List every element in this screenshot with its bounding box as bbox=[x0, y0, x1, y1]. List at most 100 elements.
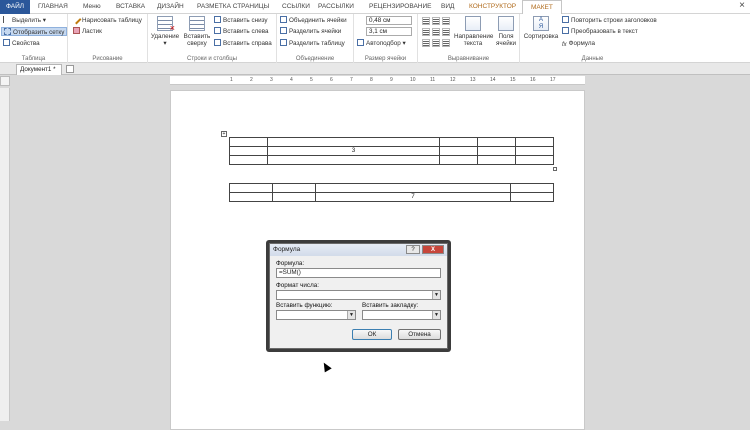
autofit-button[interactable]: Автоподбор ▾ bbox=[357, 39, 406, 48]
draw-table-button[interactable]: Нарисовать таблицу bbox=[71, 14, 142, 25]
repeat-header-icon bbox=[562, 16, 569, 23]
tab-design[interactable]: ДИЗАЙН bbox=[157, 0, 184, 14]
table-row bbox=[228, 155, 555, 165]
formula-label: Формула: bbox=[276, 260, 305, 267]
tab-references[interactable]: ССЫЛКИ bbox=[282, 0, 310, 14]
table-row: 7 bbox=[228, 192, 555, 202]
ruler-number: 8 bbox=[370, 77, 373, 83]
group-label-table: Таблица bbox=[21, 56, 46, 62]
cell-margins-button[interactable]: Поля ячейки bbox=[494, 16, 518, 47]
text-direction-button[interactable]: Направление текста bbox=[454, 16, 493, 47]
align-middle-center-icon[interactable] bbox=[432, 28, 440, 36]
align-bottom-center-icon[interactable] bbox=[432, 39, 440, 47]
insert-left-icon bbox=[214, 27, 221, 34]
chevron-down-icon: ▼ bbox=[347, 311, 355, 319]
show-gridlines-button[interactable]: Отобразить сетку bbox=[1, 27, 68, 36]
tab-page-layout[interactable]: РАЗМЕТКА СТРАНИЦЫ bbox=[197, 0, 269, 14]
convert-text-icon bbox=[562, 27, 569, 34]
insert-below-icon bbox=[214, 16, 221, 23]
split-table-icon bbox=[280, 39, 287, 46]
eraser-icon bbox=[73, 27, 80, 34]
ruler-number: 16 bbox=[530, 77, 536, 83]
ruler-number: 1 bbox=[230, 77, 233, 83]
table-cell-value[interactable]: 7 bbox=[315, 192, 511, 202]
split-table-button[interactable]: Разделить таблицу bbox=[280, 39, 345, 48]
insert-right-button[interactable]: Вставить справа bbox=[214, 39, 272, 48]
tab-table-constructor[interactable]: КОНСТРУКТОР bbox=[469, 0, 516, 14]
align-middle-right-icon[interactable] bbox=[442, 28, 450, 36]
table-2[interactable]: 7 bbox=[228, 183, 555, 202]
formula-input[interactable]: =SUM() bbox=[276, 268, 441, 278]
column-width-input[interactable]: 3,1 см bbox=[366, 27, 412, 36]
merge-cells-icon bbox=[280, 16, 287, 23]
table-1[interactable]: 3 bbox=[228, 137, 555, 165]
ruler-number: 13 bbox=[470, 77, 476, 83]
tab-table-layout[interactable]: МАКЕТ bbox=[522, 0, 562, 15]
insert-above-button[interactable]: Вставить сверху bbox=[182, 16, 212, 47]
align-bottom-left-icon[interactable] bbox=[422, 39, 430, 47]
align-top-right-icon[interactable] bbox=[442, 17, 450, 25]
help-button[interactable]: ? bbox=[406, 245, 420, 254]
group-table: Выделить ▾ Отобразить сетку Свойства Таб… bbox=[0, 14, 68, 63]
table-resize-handle[interactable] bbox=[553, 167, 557, 171]
tab-review[interactable]: РЕЦЕНЗИРОВАНИЕ bbox=[369, 0, 432, 14]
delete-table-icon: × bbox=[157, 16, 175, 33]
table-cell-value[interactable]: 3 bbox=[267, 146, 440, 156]
delete-button[interactable]: × Удаление ▾ bbox=[150, 16, 180, 47]
insert-below-button[interactable]: Вставить снизу bbox=[214, 16, 268, 25]
ruler-number: 6 bbox=[330, 77, 333, 83]
table-move-handle-icon[interactable]: + bbox=[221, 131, 227, 137]
tab-file[interactable]: ФАЙЛ bbox=[0, 0, 30, 14]
select-button[interactable]: Выделить ▾ bbox=[3, 16, 46, 25]
grid-icon bbox=[4, 28, 11, 35]
eraser-button[interactable]: Ластик bbox=[73, 27, 102, 36]
sort-button[interactable]: AЯ Сортировка bbox=[523, 16, 559, 40]
tab-mailings[interactable]: РАССЫЛКИ bbox=[318, 0, 354, 14]
table-row bbox=[228, 183, 555, 193]
chevron-down-icon: ▼ bbox=[432, 291, 440, 299]
vertical-ruler[interactable] bbox=[0, 88, 10, 421]
new-tab-icon[interactable] bbox=[66, 65, 74, 73]
horizontal-ruler[interactable]: 1 2 3 4 5 6 7 8 9 10 11 12 13 14 15 16 17 bbox=[170, 76, 585, 85]
column-width-icon bbox=[357, 28, 364, 35]
split-cells-button[interactable]: Разделить ячейки bbox=[280, 27, 341, 36]
align-bottom-right-icon[interactable] bbox=[442, 39, 450, 47]
ruler-number: 15 bbox=[510, 77, 516, 83]
tab-view[interactable]: ВИД bbox=[441, 0, 454, 14]
tab-home[interactable]: ГЛАВНАЯ bbox=[38, 0, 68, 14]
number-format-select[interactable]: ▼ bbox=[276, 290, 441, 300]
document-tab[interactable]: Документ1 * bbox=[16, 64, 62, 75]
table-row: 3 bbox=[228, 146, 555, 156]
align-top-left-icon[interactable] bbox=[422, 17, 430, 25]
group-label-data: Данные bbox=[581, 56, 604, 62]
dialog-close-button[interactable]: X bbox=[422, 245, 444, 254]
insert-function-select[interactable]: ▼ bbox=[276, 310, 356, 320]
ruler-number: 5 bbox=[310, 77, 313, 83]
fx-icon: fx bbox=[562, 42, 567, 48]
align-middle-left-icon[interactable] bbox=[422, 28, 430, 36]
align-top-center-icon[interactable] bbox=[432, 17, 440, 25]
properties-button[interactable]: Свойства bbox=[3, 39, 40, 48]
ruler-number: 17 bbox=[550, 77, 556, 83]
insert-left-button[interactable]: Вставить слева bbox=[214, 27, 269, 36]
ruler-number: 4 bbox=[290, 77, 293, 83]
tab-menu[interactable]: Меню bbox=[83, 0, 101, 14]
row-height-input[interactable]: 0,48 см bbox=[366, 16, 412, 25]
cancel-button[interactable]: Отмена bbox=[398, 329, 441, 340]
merge-cells-button[interactable]: Объединить ячейки bbox=[280, 16, 347, 25]
pencil-icon bbox=[71, 14, 82, 25]
close-icon[interactable]: × bbox=[736, 0, 748, 12]
group-label-rows-columns: Строки и столбцы bbox=[187, 56, 237, 62]
group-label-merge: Объединение bbox=[295, 56, 335, 62]
formula-button[interactable]: fx Формула bbox=[562, 39, 595, 48]
table-row bbox=[228, 137, 555, 147]
tab-insert[interactable]: ВСТАВКА bbox=[116, 0, 145, 14]
convert-to-text-button[interactable]: Преобразовать в текст bbox=[562, 27, 638, 36]
tab-selector-icon[interactable] bbox=[0, 76, 10, 86]
ok-button[interactable]: ОК bbox=[352, 329, 392, 340]
group-data: AЯ Сортировка Повторить строки заголовко… bbox=[520, 14, 665, 63]
insert-bookmark-select[interactable]: ▼ bbox=[362, 310, 441, 320]
repeat-header-rows-button[interactable]: Повторить строки заголовков bbox=[562, 16, 657, 25]
ribbon-tab-bar: ФАЙЛ ГЛАВНАЯ Меню ВСТАВКА ДИЗАЙН РАЗМЕТК… bbox=[0, 0, 750, 15]
split-cells-icon bbox=[280, 27, 287, 34]
